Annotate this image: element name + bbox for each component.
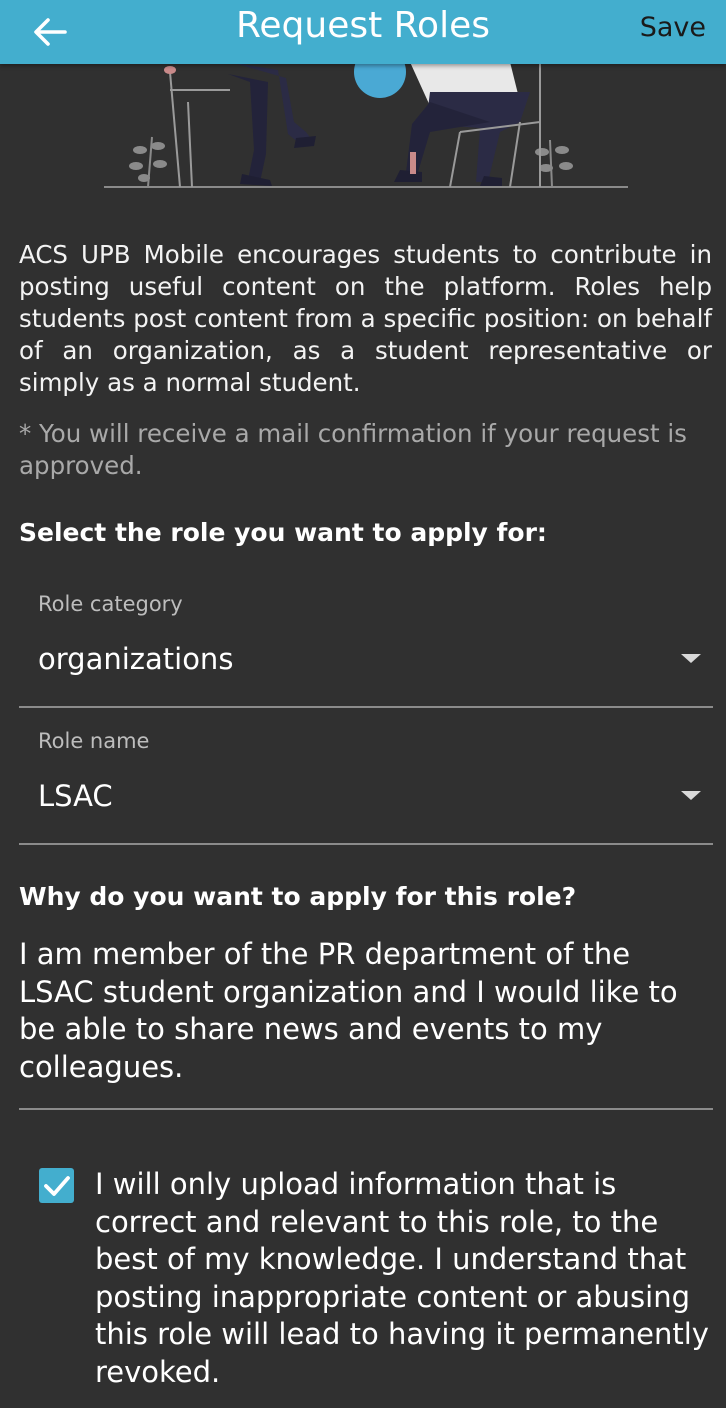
- role-category-label: Role category: [38, 592, 183, 616]
- reason-question: Why do you want to apply for this role?: [19, 882, 577, 911]
- page-title: Request Roles: [235, 5, 490, 46]
- agreement-text: I will only upload information that is c…: [95, 1167, 709, 1389]
- role-category-dropdown[interactable]: Role category organizations: [19, 588, 713, 708]
- save-button[interactable]: Save: [640, 12, 706, 43]
- role-name-label: Role name: [38, 729, 150, 753]
- select-role-heading: Select the role you want to apply for:: [19, 518, 547, 547]
- students-illustration: [104, 62, 628, 188]
- confirmation-note: * You will receive a mail confirmation i…: [19, 419, 687, 480]
- dropdown-arrow-icon: [681, 791, 701, 800]
- role-name-dropdown[interactable]: Role name LSAC: [19, 725, 713, 845]
- reason-input[interactable]: I am member of the PR department of the …: [19, 936, 713, 1110]
- intro-text: ACS UPB Mobile encourages students to co…: [19, 240, 712, 397]
- dropdown-arrow-icon: [681, 654, 701, 663]
- agreement-checkbox[interactable]: [39, 1168, 74, 1203]
- role-name-value: LSAC: [38, 779, 113, 813]
- check-icon: [43, 1175, 70, 1196]
- role-category-value: organizations: [38, 642, 234, 676]
- app-bar: Request Roles Save: [0, 0, 726, 64]
